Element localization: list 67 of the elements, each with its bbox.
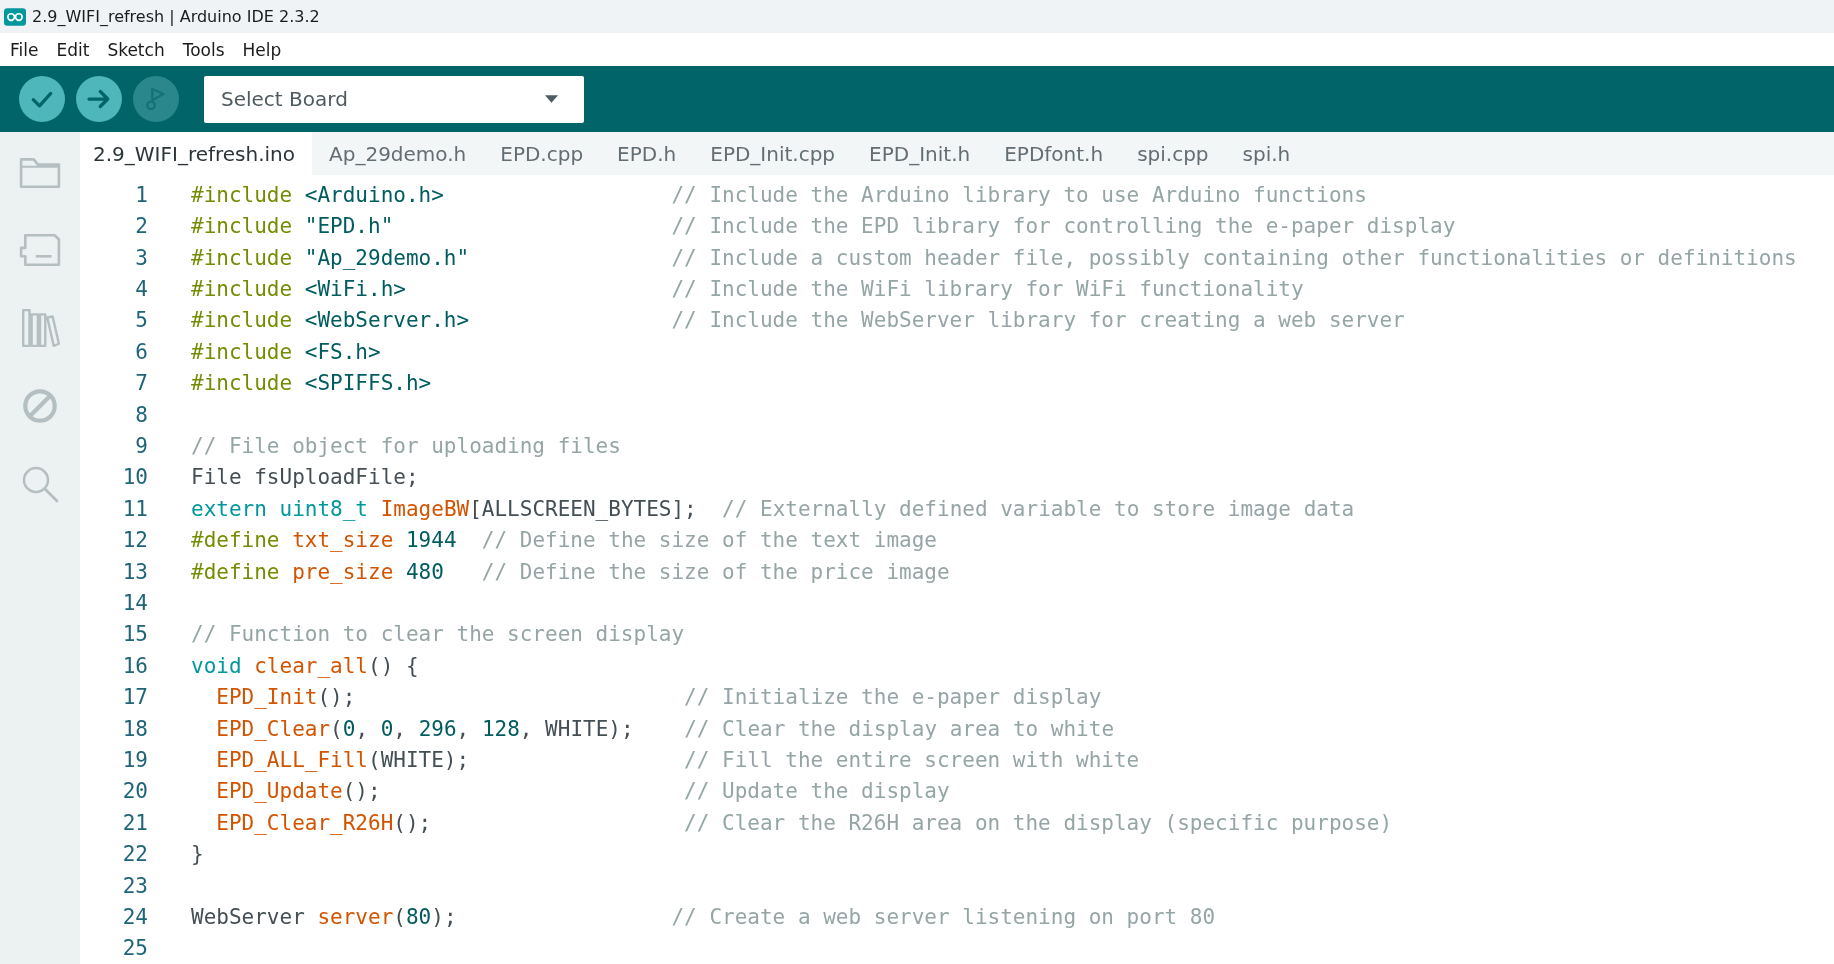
code-line: EPD_Update(); // Update the display: [215, 779, 950, 804]
line-number: 12: [121, 528, 148, 553]
code-line: // File object for uploading files: [191, 434, 621, 459]
upload-button[interactable]: [76, 76, 122, 122]
line-number: 23: [121, 873, 148, 898]
file-tab[interactable]: EPD_Init.cpp: [693, 132, 853, 176]
code-line: }: [191, 842, 204, 867]
menu-item[interactable]: Help: [236, 37, 288, 62]
file-tab[interactable]: EPDfont.h: [987, 132, 1121, 176]
line-number: 9: [134, 434, 148, 459]
line-number: 8: [134, 402, 148, 427]
line-number: 11: [121, 496, 148, 521]
line-number: 15: [121, 622, 148, 647]
verify-button[interactable]: [19, 76, 65, 122]
code-line: #include <SPIFFS.h>: [191, 371, 432, 396]
line-number: 7: [134, 371, 148, 396]
caret-icon: [545, 95, 558, 103]
code-line: File fsUploadFile;: [191, 465, 419, 490]
app-logo-icon: [4, 7, 26, 26]
file-tab[interactable]: Ap_29demo.h: [312, 132, 484, 176]
code-line: EPD_Init(); // Initialize the e-paper display: [215, 685, 1102, 710]
code-line: #define pre_size 480 // Define the size of the price image: [191, 559, 950, 584]
file-tab[interactable]: EPD.cpp: [483, 132, 601, 176]
line-number: 25: [121, 936, 148, 961]
code-line: #define txt_size 1944 // Define the size of the text image: [191, 528, 937, 553]
menu-item[interactable]: Tools: [176, 37, 231, 62]
line-number: 14: [121, 591, 148, 615]
window-title: 2.9_WIFI_refresh | Arduino IDE 2.3.2: [32, 7, 320, 26]
menu-item[interactable]: Edit: [50, 37, 96, 62]
code-line: EPD_ALL_Fill(WHITE); // Fill the entire screen with white: [215, 747, 1140, 772]
line-number: 19: [121, 747, 148, 772]
code-line: #include <FS.h>: [191, 339, 381, 364]
line-number: 24: [121, 904, 148, 929]
code-line: void clear_all() {: [191, 653, 419, 678]
menu-item[interactable]: Sketch: [101, 37, 171, 62]
line-number: 1: [134, 182, 148, 207]
code-line: #include "Ap_29demo.h" // Include a custom header file, possibly containing other functionalities or definitions: [191, 245, 1797, 270]
line-number: 21: [121, 810, 148, 835]
file-tab[interactable]: EPD_Init.h: [852, 132, 988, 176]
code-line: #include <WiFi.h> // Include the WiFi library for WiFi functionality: [191, 277, 1304, 302]
code-line: WebServer server(80); // Create a web server listening on port 80: [191, 904, 1216, 929]
file-tab[interactable]: EPD.h: [600, 132, 694, 176]
code-line: extern uint8_t ImageBW[ALLSCREEN_BYTES]; // Externally defined variable to store image data: [191, 496, 1355, 521]
line-number: 2: [134, 214, 148, 239]
line-number: 10: [121, 465, 148, 490]
code-line: // Function to clear the screen display: [191, 622, 685, 647]
file-tab[interactable]: spi.cpp: [1120, 132, 1226, 176]
code-line: EPD_Clear(0, 0, 296, 128, WHITE); // Clear the display area to white: [215, 716, 1115, 741]
code-line: EPD_Clear_R26H(); // Clear the R26H area on the display (specific purpose): [215, 810, 1393, 835]
line-number: 20: [121, 779, 148, 804]
file-tab[interactable]: spi.h: [1225, 132, 1308, 176]
line-number: 16: [121, 653, 148, 678]
line-number: 18: [121, 716, 148, 741]
code-line: #include <WebServer.h> // Include the WebServer library for creating a web server: [191, 308, 1405, 333]
line-number: 22: [121, 842, 148, 867]
code-line: #include "EPD.h" // Include the EPD library for controlling the e-paper display: [191, 214, 1456, 239]
line-number: 5: [134, 308, 148, 333]
line-number: 17: [121, 685, 148, 710]
file-tab[interactable]: 2.9_WIFI_refresh.ino: [80, 132, 313, 176]
line-number: 6: [134, 339, 148, 364]
line-number: 13: [121, 559, 148, 584]
board-select-dropdown[interactable]: Select Board: [204, 75, 584, 123]
line-number: 4: [134, 277, 148, 302]
menu-item[interactable]: File: [4, 37, 45, 62]
code-line: #include <Arduino.h> // Include the Arduino library to use Arduino functions: [191, 182, 1367, 207]
line-number: 3: [134, 245, 148, 270]
library-books-icon[interactable]: [19, 308, 61, 348]
